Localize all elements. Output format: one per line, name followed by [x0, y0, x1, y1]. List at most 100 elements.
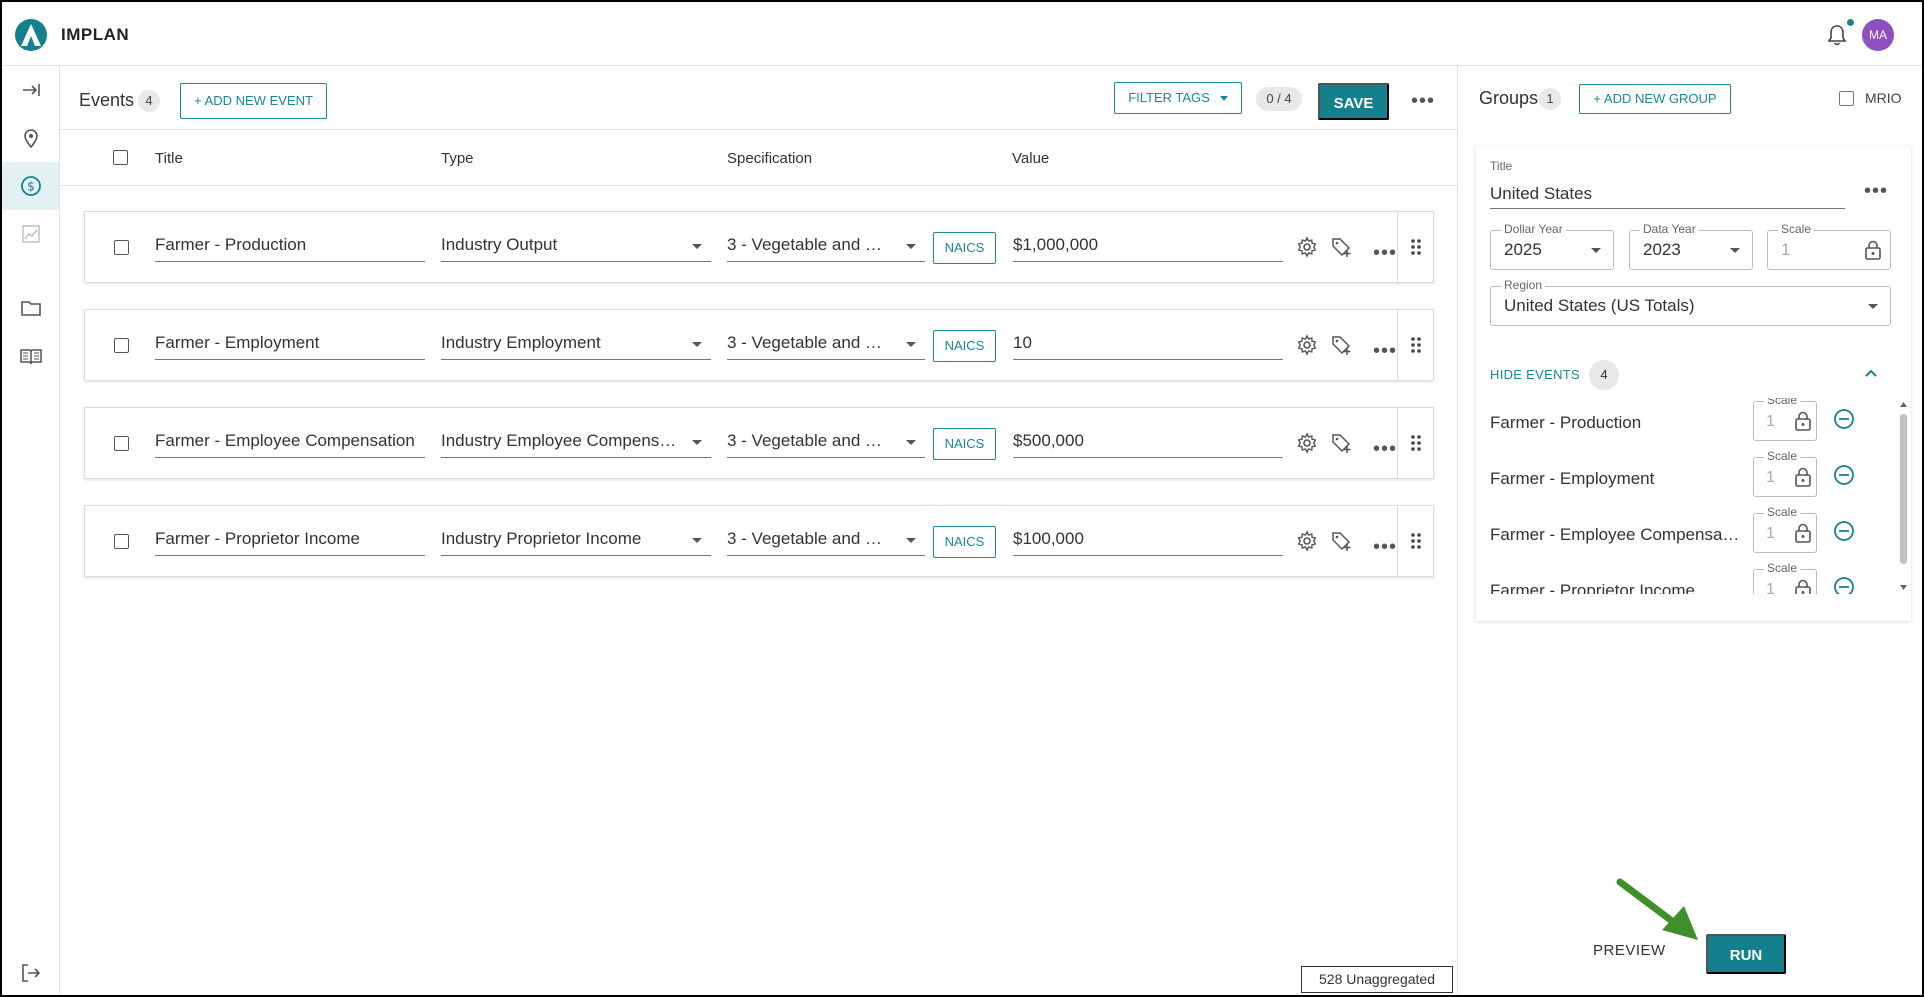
event-specification-select[interactable]: 3 - Vegetable and melon farming: [727, 328, 925, 360]
dollar-year-select[interactable]: 2025: [1490, 230, 1614, 270]
nav-logout[interactable]: [2, 949, 59, 995]
event-row-checkbox[interactable]: [114, 240, 129, 255]
filter-tags-dropdown[interactable]: FILTER TAGS: [1114, 82, 1242, 114]
caret-down-icon: [906, 342, 916, 347]
dollar-year-value: 2025: [1504, 240, 1542, 259]
remove-circle-icon[interactable]: [1833, 520, 1855, 542]
more-options-icon[interactable]: •••: [1373, 537, 1397, 557]
chevron-up-icon[interactable]: [1864, 368, 1878, 378]
region-select[interactable]: United States (US Totals): [1490, 286, 1891, 326]
add-tag-icon[interactable]: [1330, 432, 1352, 454]
event-row-checkbox[interactable]: [114, 338, 129, 353]
events-title: Events: [79, 90, 135, 110]
event-specification-select[interactable]: 3 - Vegetable and melon farming: [727, 230, 925, 262]
event-specification-select[interactable]: 3 - Vegetable and melon farming: [727, 524, 925, 556]
run-button[interactable]: RUN: [1706, 934, 1786, 974]
event-row-checkbox[interactable]: [114, 534, 129, 549]
caret-down-icon: [692, 440, 702, 445]
bell-icon[interactable]: [1826, 23, 1848, 47]
groups-panel: Groups 1 + ADD NEW GROUP MRIO Title Unit…: [1459, 66, 1922, 995]
group-event-scale-input[interactable]: Scale 1: [1753, 505, 1817, 553]
lock-icon[interactable]: [1794, 523, 1812, 543]
event-row-checkbox[interactable]: [114, 436, 129, 451]
more-options-icon[interactable]: •••: [1864, 181, 1888, 201]
event-type-select[interactable]: Industry Employment: [441, 328, 711, 360]
remove-circle-icon[interactable]: [1833, 464, 1855, 486]
nav-expand[interactable]: [2, 66, 59, 114]
nav-folder[interactable]: [2, 284, 59, 332]
region-value: United States (US Totals): [1504, 296, 1695, 315]
naics-button[interactable]: NAICS: [933, 330, 996, 362]
region-label: Region: [1501, 278, 1546, 292]
event-title-input[interactable]: Farmer - Production: [155, 230, 425, 262]
gear-icon[interactable]: [1296, 334, 1318, 356]
scrollbar[interactable]: [1898, 398, 1909, 594]
group-event-scale-label: Scale: [1764, 449, 1801, 463]
group-event-scale-input[interactable]: Scale 1: [1753, 398, 1817, 441]
lock-icon[interactable]: [1794, 467, 1812, 487]
gear-icon[interactable]: [1296, 432, 1318, 454]
implan-logo-icon[interactable]: [14, 18, 48, 52]
event-specification-select[interactable]: 3 - Vegetable and melon farming: [727, 426, 925, 458]
event-title-input[interactable]: Farmer - Proprietor Income: [155, 524, 425, 556]
add-tag-icon[interactable]: [1330, 236, 1352, 258]
group-event-row: Farmer - Proprietor Income Scale 1: [1476, 561, 1896, 594]
nav-location[interactable]: [2, 114, 59, 162]
naics-button[interactable]: NAICS: [933, 428, 996, 460]
remove-circle-icon[interactable]: [1833, 576, 1855, 594]
group-event-scale-input[interactable]: Scale 1: [1753, 561, 1817, 594]
event-value-input[interactable]: $1,000,000: [1013, 230, 1283, 262]
group-event-scale-value: 1: [1766, 469, 1775, 486]
event-type-select[interactable]: Industry Output: [441, 230, 711, 262]
lock-icon[interactable]: [1794, 579, 1812, 594]
group-scale-value: 1: [1781, 240, 1791, 259]
gear-icon[interactable]: [1296, 236, 1318, 258]
data-year-select[interactable]: 2023: [1629, 230, 1753, 270]
caret-down-icon: [692, 538, 702, 543]
lock-icon[interactable]: [1864, 240, 1882, 260]
event-title-input[interactable]: Farmer - Employee Compensation: [155, 426, 425, 458]
naics-button[interactable]: NAICS: [933, 526, 996, 558]
add-new-group-button[interactable]: + ADD NEW GROUP: [1579, 84, 1731, 114]
gear-icon[interactable]: [1296, 530, 1318, 552]
event-title-input[interactable]: Farmer - Employment: [155, 328, 425, 360]
add-new-event-button[interactable]: + ADD NEW EVENT: [180, 83, 327, 119]
group-event-scale-input[interactable]: Scale 1: [1753, 449, 1817, 497]
chart-icon: [21, 225, 40, 243]
remove-circle-icon[interactable]: [1833, 408, 1855, 430]
more-options-icon[interactable]: •••: [1373, 439, 1397, 459]
column-title: Title: [155, 150, 183, 167]
drag-handle[interactable]: [1397, 310, 1434, 380]
event-value-input[interactable]: $100,000: [1013, 524, 1283, 556]
add-tag-icon[interactable]: [1330, 530, 1352, 552]
event-row: Farmer - Employee Compensation Industry …: [84, 407, 1434, 479]
group-event-scale-value: 1: [1766, 525, 1775, 542]
select-all-checkbox[interactable]: [113, 150, 128, 165]
group-title-input[interactable]: United States: [1490, 179, 1845, 209]
nav-chart[interactable]: [2, 210, 59, 258]
event-type-select[interactable]: Industry Employee Compensation: [441, 426, 711, 458]
more-options-icon[interactable]: •••: [1373, 243, 1397, 263]
hide-events-toggle[interactable]: HIDE EVENTS: [1490, 367, 1580, 382]
lock-icon[interactable]: [1794, 411, 1812, 431]
save-button[interactable]: SAVE: [1318, 83, 1389, 120]
more-options-icon[interactable]: •••: [1411, 91, 1435, 111]
naics-button[interactable]: NAICS: [933, 232, 996, 264]
preview-button[interactable]: PREVIEW: [1593, 942, 1666, 959]
group-scale-input[interactable]: 1: [1767, 230, 1891, 270]
drag-handle[interactable]: [1397, 506, 1434, 576]
caret-down-icon: [906, 440, 916, 445]
avatar[interactable]: MA: [1862, 19, 1894, 51]
drag-handle[interactable]: [1397, 408, 1434, 478]
groups-count-badge: 1: [1539, 88, 1561, 110]
drag-handle[interactable]: [1397, 212, 1434, 282]
more-options-icon[interactable]: •••: [1373, 341, 1397, 361]
caret-down-icon: [1730, 248, 1740, 253]
event-type-select[interactable]: Industry Proprietor Income: [441, 524, 711, 556]
nav-dollar[interactable]: $: [2, 162, 59, 210]
mrio-checkbox[interactable]: [1839, 91, 1854, 106]
nav-book[interactable]: [2, 332, 59, 380]
event-value-input[interactable]: 10: [1013, 328, 1283, 360]
event-value-input[interactable]: $500,000: [1013, 426, 1283, 458]
add-tag-icon[interactable]: [1330, 334, 1352, 356]
